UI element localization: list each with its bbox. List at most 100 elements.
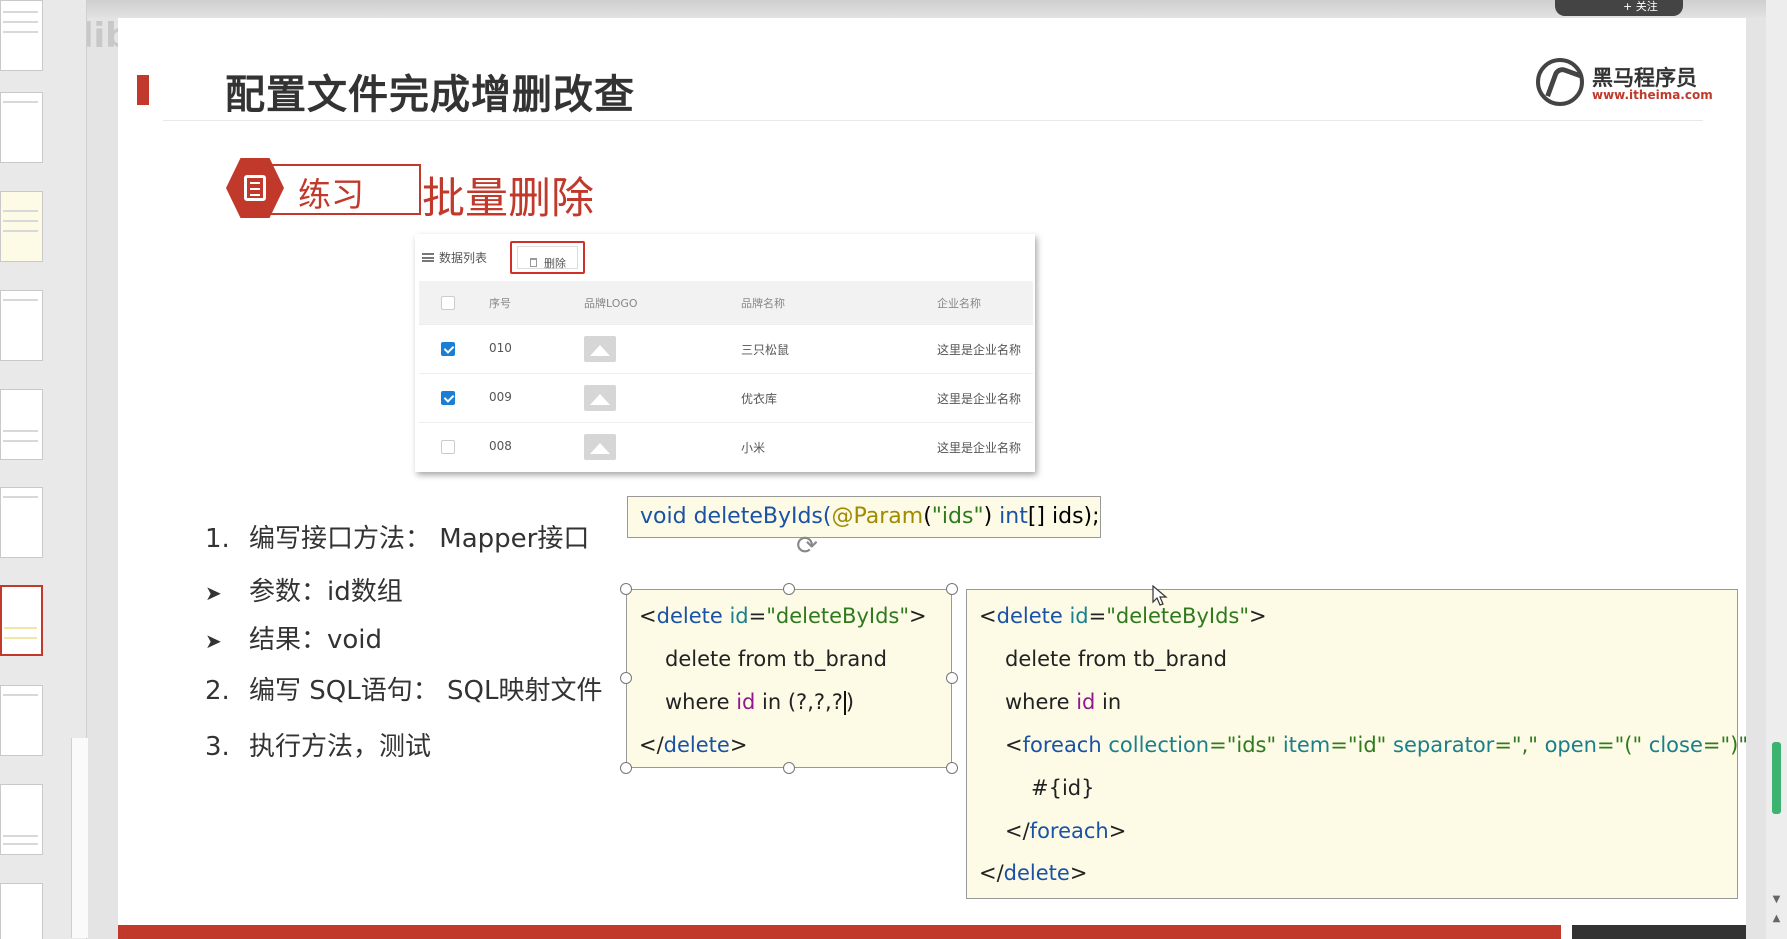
resize-handle[interactable] (946, 672, 958, 684)
row-id: 010 (489, 341, 512, 355)
itheima-logo: 黑马程序员 www.itheima.com (1536, 58, 1713, 108)
code-line: where id in (?,?,?) (665, 690, 855, 715)
step-number: 3. (205, 732, 230, 762)
row-company: 这里是企业名称 (937, 392, 1022, 406)
slide-title: 配置文件完成增删改查 (225, 72, 635, 118)
delete-button[interactable]: 删除 (510, 241, 585, 274)
bullet-text: 结果：void (249, 625, 383, 655)
select-all-checkbox[interactable] (441, 296, 455, 310)
code-token: ) (983, 504, 1000, 529)
code-line: </foreach> (1005, 819, 1127, 843)
bullet-result: ➤ 结果：void (205, 619, 382, 656)
follow-pill[interactable]: + 关注 (1555, 0, 1683, 16)
resize-handle[interactable] (946, 583, 958, 595)
code-token: void (640, 504, 687, 529)
column-header: 品牌名称 (741, 297, 785, 310)
code-token: [] ids); (1027, 504, 1100, 529)
slide-thumbnail[interactable] (0, 784, 43, 855)
mouse-pointer-icon (1152, 585, 1168, 606)
sql-mapping-box-foreach[interactable]: <delete id="deleteByIds"> delete from tb… (966, 589, 1746, 899)
list-icon (422, 253, 434, 262)
slide-thumbnail[interactable] (0, 389, 43, 460)
resize-handle[interactable] (946, 762, 958, 774)
row-checkbox[interactable] (441, 391, 455, 405)
title-divider (163, 120, 1703, 121)
code-line: delete from tb_brand (1005, 647, 1227, 671)
data-list-label: 数据列表 (439, 251, 488, 265)
image-placeholder-icon (584, 385, 616, 411)
code-token: deleteByIds( (693, 504, 832, 529)
image-placeholder-icon (584, 434, 616, 460)
slide-canvas: 配置文件完成增删改查 黑马程序员 www.itheima.com 练习 批量删除… (118, 18, 1746, 939)
resize-handle[interactable] (620, 583, 632, 595)
resize-handle[interactable] (783, 762, 795, 774)
step-number: 1. (205, 524, 230, 554)
slide-thumbnail-panel (0, 0, 88, 939)
logo-url: www.itheima.com (1592, 88, 1713, 102)
code-line: where id in (1005, 690, 1122, 714)
image-placeholder-icon (584, 336, 616, 362)
arrow-bullet-icon: ➤ (205, 629, 222, 653)
slide-thumbnail[interactable] (0, 0, 43, 71)
table-toolbar: 数据列表 删除 (415, 234, 1035, 278)
step-text: 编写接口方法： Mapper接口 (249, 524, 590, 554)
method-signature-box[interactable]: void deleteByIds(@Param("ids") int[] ids… (627, 496, 1101, 538)
title-accent-bar (137, 75, 149, 105)
column-header: 企业名称 (937, 297, 981, 310)
row-company: 这里是企业名称 (937, 441, 1022, 455)
table-row: 008 小米 这里是企业名称 (419, 423, 1033, 472)
scrollbar-thumb[interactable] (1772, 742, 1781, 814)
slide-thumbnail[interactable] (0, 92, 43, 163)
scroll-page-up-icon[interactable]: ▲ (1770, 912, 1783, 925)
column-header: 品牌LOGO (584, 297, 638, 310)
arrow-bullet-icon: ➤ (205, 581, 222, 605)
slide-thumbnail[interactable] (0, 191, 43, 262)
thumbnail-scrollbar[interactable] (71, 738, 88, 938)
section-title: 批量删除 (422, 174, 594, 224)
sql-mapping-box-simple[interactable]: <delete id="deleteByIds"> delete from tb… (626, 589, 952, 768)
resize-handle[interactable] (620, 762, 632, 774)
resize-handle[interactable] (620, 672, 632, 684)
slide-thumbnail[interactable] (0, 883, 43, 939)
step-text: 编写 SQL语句： SQL映射文件 (249, 676, 603, 706)
slide-thumbnail[interactable] (0, 685, 43, 756)
code-token: "ids" (931, 504, 984, 529)
code-line: <delete id="deleteByIds"> (979, 604, 1267, 628)
top-strip (0, 0, 1787, 18)
code-token: int (999, 504, 1028, 529)
code-token: ( (923, 504, 932, 529)
brand-table-screenshot: 数据列表 删除 序号 品牌LOGO 品牌名称 企业名称 010 三只松鼠 这里是… (415, 234, 1035, 472)
slide-thumbnail[interactable] (0, 290, 43, 361)
code-line: <delete id="deleteByIds"> (639, 604, 927, 628)
progress-dark-bar (1572, 925, 1746, 939)
code-line: #{id} (1031, 776, 1095, 800)
rotate-handle-icon[interactable]: ⟳ (792, 533, 822, 563)
horse-logo-icon (1536, 58, 1584, 106)
document-icon (244, 175, 266, 201)
code-line: </delete> (639, 733, 748, 757)
row-checkbox[interactable] (441, 440, 455, 454)
resize-handle[interactable] (783, 583, 795, 595)
column-header: 序号 (489, 297, 511, 310)
row-id: 009 (489, 390, 512, 404)
scroll-down-icon[interactable]: ▼ (1770, 893, 1783, 906)
presentation-window: 员 bilibili + 关注 配置文件完成增删改查 黑马程序员 www.ith… (0, 0, 1787, 939)
row-company: 这里是企业名称 (937, 343, 1022, 357)
table-header-row: 序号 品牌LOGO 品牌名称 企业名称 (419, 281, 1033, 325)
step-number: 2. (205, 676, 230, 706)
bullet-text: 参数：id数组 (249, 577, 403, 607)
step-3: 3. 执行方法，测试 (205, 726, 431, 763)
exercise-label: 练习 (298, 175, 364, 214)
slide-footer-bar (118, 925, 1561, 939)
step-1: 1. 编写接口方法： Mapper接口 (205, 518, 589, 555)
code-line: delete from tb_brand (665, 647, 887, 671)
row-brand: 优衣库 (741, 392, 778, 406)
row-checkbox[interactable] (441, 342, 455, 356)
slide-thumbnail-selected[interactable] (0, 585, 43, 656)
delete-label: 删除 (544, 257, 566, 270)
slide-thumbnail[interactable] (0, 487, 43, 558)
code-line: </delete> (979, 861, 1088, 885)
vertical-scrollbar[interactable]: ▼ ▲ (1766, 0, 1787, 939)
code-line: <foreach collection="ids" item="id" sepa… (1005, 733, 1746, 757)
row-id: 008 (489, 439, 512, 453)
